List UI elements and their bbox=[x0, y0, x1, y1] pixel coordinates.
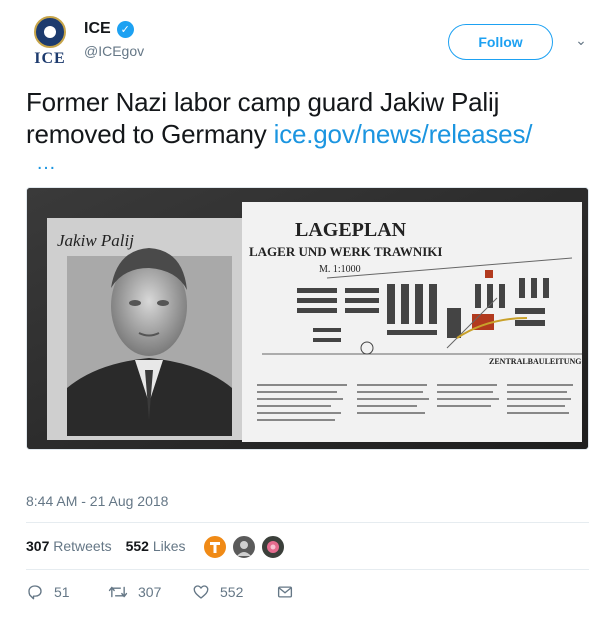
tweet-stats: 307 Retweets 552 Likes bbox=[26, 538, 186, 554]
chevron-down-icon[interactable]: ⌄ bbox=[572, 32, 590, 50]
liker-avatars bbox=[202, 534, 289, 560]
media-image: Jakiw Palij LAGEPLAN LAGER UND WERK TRAW… bbox=[27, 188, 589, 449]
display-name[interactable]: ICE bbox=[84, 20, 111, 38]
map-scale: M. 1:1000 bbox=[319, 264, 361, 275]
map-subtitle: LAGER UND WERK TRAWNIKI bbox=[249, 244, 442, 259]
retweets-stat[interactable]: 307 Retweets bbox=[26, 538, 112, 554]
tweet-media[interactable]: Jakiw Palij LAGEPLAN LAGER UND WERK TRAW… bbox=[26, 187, 589, 450]
envelope-icon bbox=[277, 586, 293, 598]
retweet-button[interactable]: 307 bbox=[108, 583, 192, 601]
heart-icon bbox=[193, 585, 209, 599]
signature: Jakiw Palij bbox=[57, 231, 134, 250]
tweet-text: Former Nazi labor camp guard Jakiw Palij… bbox=[26, 86, 591, 150]
likes-stat[interactable]: 552 Likes bbox=[126, 538, 186, 554]
liker-avatar[interactable] bbox=[231, 534, 257, 560]
divider bbox=[26, 569, 589, 570]
divider bbox=[26, 522, 589, 523]
likes-count: 552 bbox=[125, 538, 149, 554]
retweets-label: Retweets bbox=[53, 538, 112, 554]
reply-button[interactable]: 51 bbox=[26, 583, 108, 601]
liker-avatar[interactable] bbox=[260, 534, 286, 560]
avatar-text: ICE bbox=[34, 50, 66, 67]
tweet-link-ellipsis[interactable]: … bbox=[36, 152, 59, 175]
map-stamp: ZENTRALBAULEITUNG DER WAFFEN-SS U. POLIZ… bbox=[489, 357, 589, 366]
user-names[interactable]: ICE ✓ @ICEgov bbox=[84, 20, 144, 59]
likes-label: Likes bbox=[152, 538, 186, 554]
verified-icon: ✓ bbox=[116, 20, 134, 38]
liker-avatar[interactable] bbox=[202, 534, 228, 560]
tweet-actions: 51 307 552 bbox=[26, 583, 294, 601]
retweets-count: 307 bbox=[26, 538, 50, 554]
direct-message-button[interactable] bbox=[276, 583, 294, 601]
retweet-count: 307 bbox=[138, 584, 162, 600]
map-title: LAGEPLAN bbox=[295, 219, 407, 241]
like-button[interactable]: 552 bbox=[192, 583, 276, 601]
reply-count: 51 bbox=[54, 584, 70, 600]
reply-icon bbox=[28, 585, 42, 600]
retweet-icon bbox=[108, 586, 128, 598]
tweet-timestamp[interactable]: 8:44 AM - 21 Aug 2018 bbox=[26, 493, 168, 509]
avatar[interactable]: ICE bbox=[26, 16, 74, 67]
follow-button[interactable]: Follow bbox=[448, 24, 553, 60]
tweet-link[interactable]: ice.gov/news/releases/ bbox=[274, 119, 533, 149]
dhs-seal-icon bbox=[34, 16, 66, 48]
user-handle[interactable]: @ICEgov bbox=[84, 43, 144, 59]
like-count: 552 bbox=[220, 584, 244, 600]
tweet-header: ICE ICE ✓ @ICEgov Follow ⌄ bbox=[26, 14, 596, 74]
